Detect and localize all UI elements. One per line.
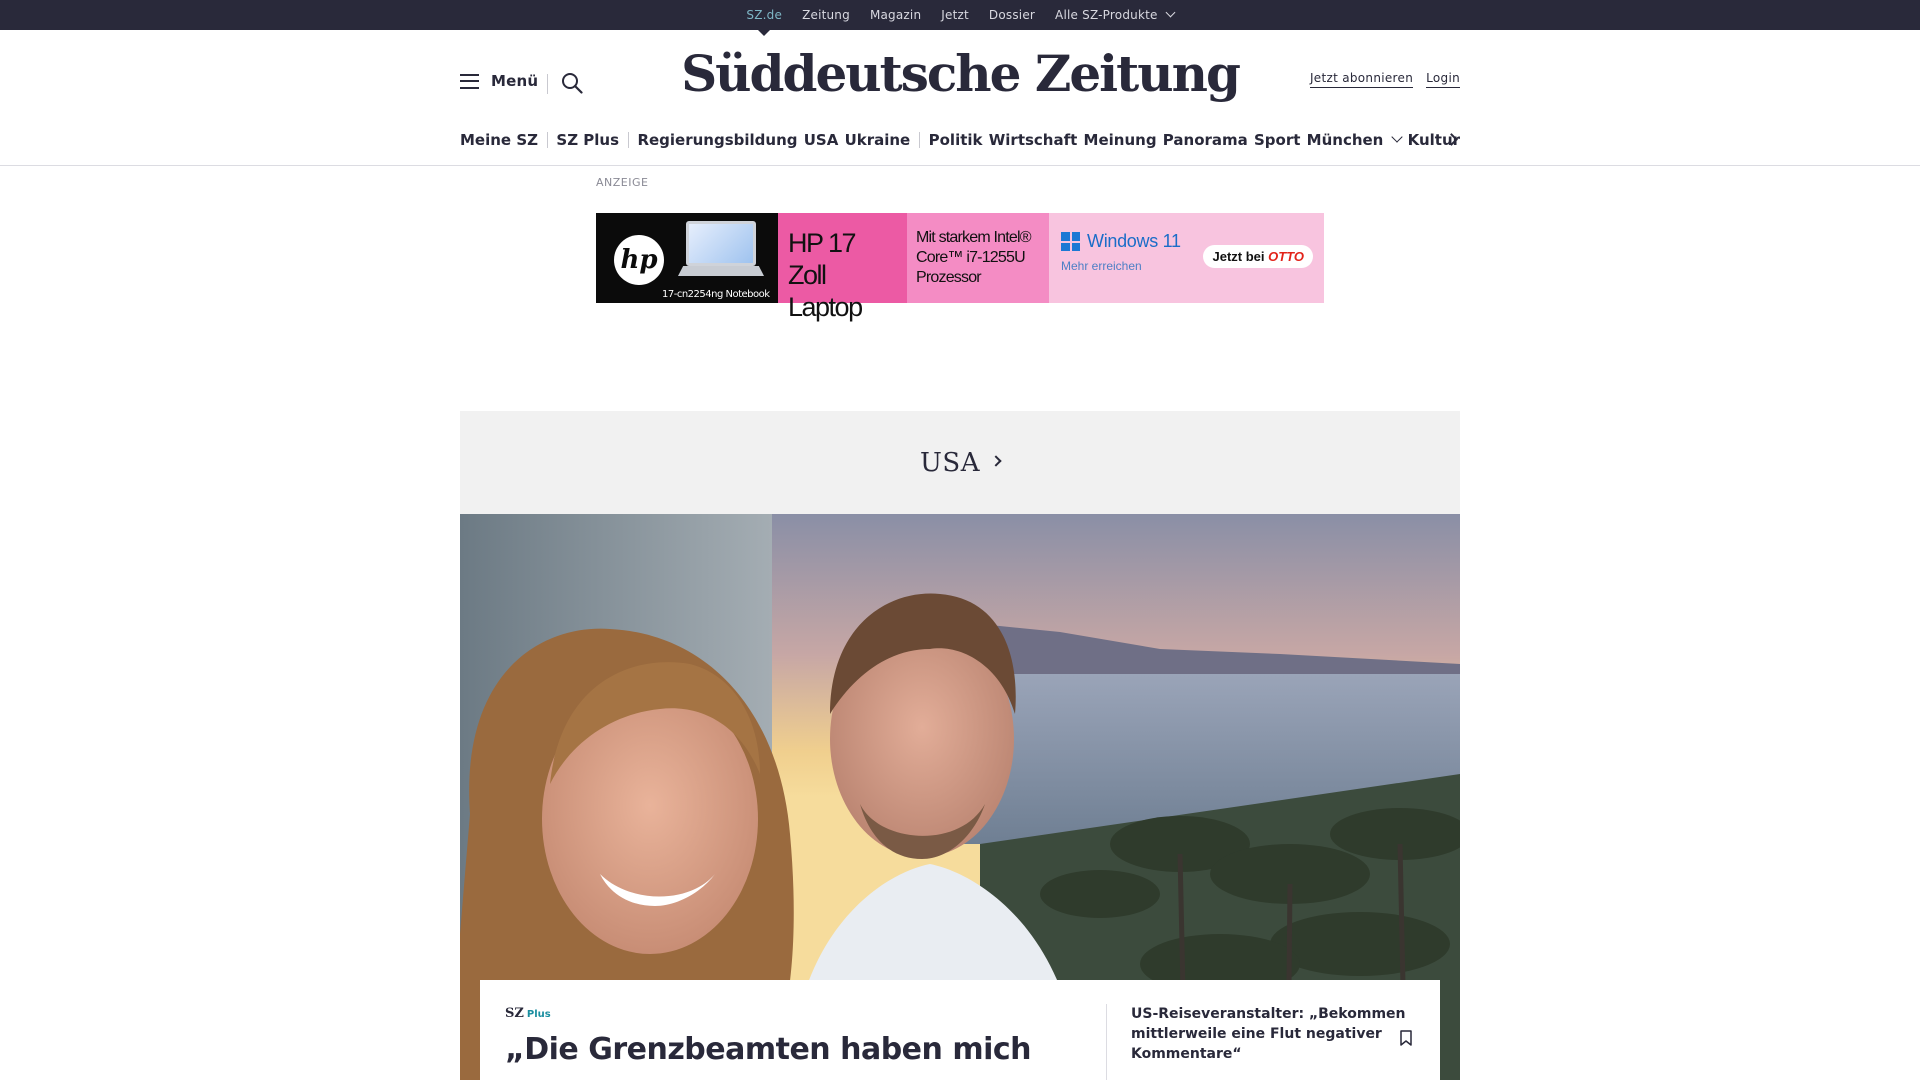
topbar-link-magazin[interactable]: Magazin (870, 0, 921, 30)
chevron-down-icon (1165, 7, 1176, 18)
advertisement-banner[interactable]: hp 17-cn2254ng Notebook HP 17 Zoll Lapto… (596, 213, 1324, 322)
sz-plus-badge: SZ Plus (505, 1006, 551, 1021)
topbar-link-alle-produkte-label: Alle SZ-Produkte (1055, 8, 1158, 22)
nav-item-sz-plus[interactable]: SZ Plus (556, 131, 619, 149)
nav-divider-line (0, 165, 1920, 166)
site-header: Menü Süddeutsche Zeitung Jetzt abonniere… (460, 30, 1460, 135)
nav-item-panorama[interactable]: Panorama (1163, 131, 1248, 149)
topbar-link-jetzt[interactable]: Jetzt (941, 0, 969, 30)
sz-plus-badge-sz: SZ (505, 1006, 524, 1021)
laptop-image (686, 221, 756, 266)
ad-windows-sub: Mehr erreichen (1061, 259, 1142, 273)
nav-item-wirtschaft[interactable]: Wirtschaft (989, 131, 1078, 149)
chevron-right-icon (990, 454, 1002, 467)
laptop-base (678, 266, 764, 276)
ad-model: 17-cn2254ng Notebook (662, 289, 770, 300)
nav-item-sport[interactable]: Sport (1254, 131, 1300, 149)
nav-item-muenchen[interactable]: München (1306, 131, 1404, 149)
hp-logo: hp (614, 235, 664, 285)
ad-cta-panel: Windows 11 Mehr erreichen Jetzt bei OTTO (1049, 213, 1324, 303)
nav-item-politik[interactable]: Politik (929, 131, 983, 149)
account-links: Jetzt abonnieren Login (1309, 71, 1460, 88)
topbar-link-zeitung[interactable]: Zeitung (802, 0, 850, 30)
teaser-headline[interactable]: „Die Grenzbeamten haben mich (505, 1032, 1032, 1067)
section-title: USA (920, 447, 980, 478)
nav-item-ukraine[interactable]: Ukraine (845, 131, 911, 149)
otto-logo: OTTO (1268, 249, 1304, 264)
login-link[interactable]: Login (1426, 71, 1460, 88)
nav-item-usa[interactable]: USA (804, 131, 839, 149)
bookmark-icon[interactable] (1400, 1030, 1412, 1046)
topbar-link-szde[interactable]: SZ.de (746, 0, 782, 36)
subscribe-link[interactable]: Jetzt abonnieren (1309, 71, 1414, 88)
ad-cta-prefix: Jetzt bei (1212, 249, 1265, 264)
section-header-usa[interactable]: USA (460, 411, 1460, 514)
ad-label: ANZEIGE (596, 176, 649, 189)
topbar-link-dossier[interactable]: Dossier (989, 0, 1035, 30)
nav-item-meinung[interactable]: Meinung (1084, 131, 1157, 149)
ad-product-panel: hp 17-cn2254ng Notebook (596, 213, 778, 303)
related-article-headline[interactable]: US-Reiseveranstalter: „Bekommen mittlerw… (1131, 1004, 1421, 1064)
ad-headline: HP 17 Zoll Laptop (778, 213, 907, 322)
top-bar: SZ.de Zeitung Magazin Jetzt Dossier Alle… (0, 0, 1920, 36)
chevron-down-icon (1391, 131, 1404, 143)
nav-item-muenchen-label: München (1306, 131, 1384, 149)
ad-windows-text: Windows 11 (1087, 231, 1181, 251)
windows-logo-icon (1061, 232, 1080, 251)
teaser-card[interactable]: SZ Plus „Die Grenzbeamten haben mich US-R… (480, 980, 1440, 1080)
main-navigation: Meine SZ SZ Plus Regierungsbildung USA U… (460, 128, 1460, 152)
nav-item-meine-sz[interactable]: Meine SZ (460, 131, 538, 149)
ad-cpu-text: Mit starkem Intel® Core™ i7-1255U Prozes… (907, 213, 1049, 303)
sz-plus-badge-plus: Plus (526, 1009, 551, 1020)
nav-item-regierungsbildung[interactable]: Regierungsbildung (637, 131, 797, 149)
teaser-divider (1106, 1004, 1107, 1080)
topbar-link-alle-produkte[interactable]: Alle SZ-Produkte (1055, 0, 1176, 30)
ad-cta-button[interactable]: Jetzt bei OTTO (1203, 245, 1313, 268)
